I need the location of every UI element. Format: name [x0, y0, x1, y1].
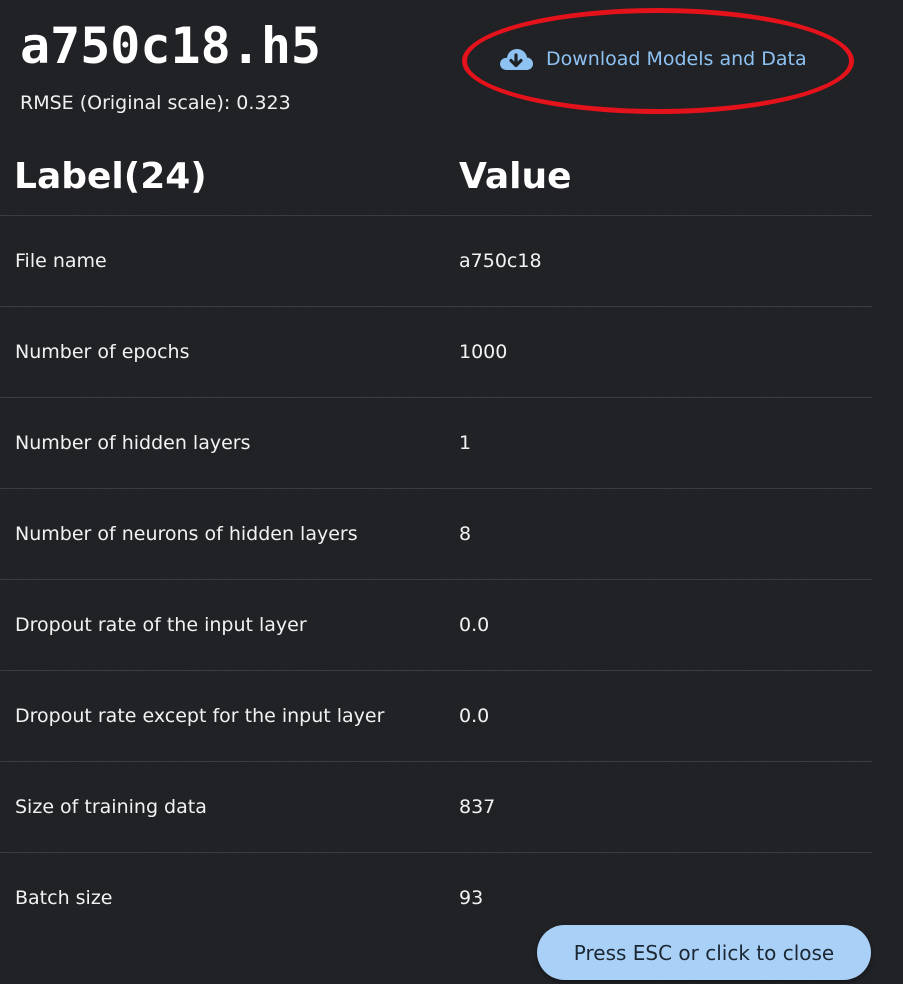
label-column-header: Label(24) — [14, 156, 207, 197]
close-button[interactable]: Press ESC or click to close — [537, 925, 871, 980]
table-row: Number of neurons of hidden layers 8 — [0, 489, 872, 580]
value-column-header: Value — [459, 156, 572, 197]
row-value: 837 — [459, 796, 496, 818]
table-row: Dropout rate of the input layer 0.0 — [0, 580, 872, 671]
row-label: Number of epochs — [15, 341, 190, 363]
rmse-text: RMSE (Original scale): 0.323 — [20, 92, 291, 114]
row-label: Dropout rate except for the input layer — [15, 705, 385, 727]
page-title: a750c18.h5 — [20, 17, 322, 75]
row-label: File name — [15, 250, 107, 272]
row-value: 93 — [459, 887, 484, 909]
row-value: 1 — [459, 432, 472, 454]
model-info-table: Label(24) Value File name a750c18 Number… — [0, 138, 872, 943]
row-label: Number of neurons of hidden layers — [15, 523, 358, 545]
row-label: Dropout rate of the input layer — [15, 614, 307, 636]
download-link-label: Download Models and Data — [546, 48, 807, 70]
row-label: Number of hidden layers — [15, 432, 251, 454]
table-row: Number of hidden layers 1 — [0, 398, 872, 489]
row-value: 8 — [459, 523, 472, 545]
table-row: Size of training data 837 — [0, 762, 872, 853]
row-value: 0.0 — [459, 705, 490, 727]
table-header: Label(24) Value — [0, 138, 872, 216]
table-row: Dropout rate except for the input layer … — [0, 671, 872, 762]
table-row: Number of epochs 1000 — [0, 307, 872, 398]
table-row: File name a750c18 — [0, 216, 872, 307]
row-value: 0.0 — [459, 614, 490, 636]
model-details-modal: a750c18.h5 RMSE (Original scale): 0.323 … — [0, 0, 903, 984]
row-label: Batch size — [15, 887, 113, 909]
cloud-download-icon — [498, 46, 534, 72]
download-models-link[interactable]: Download Models and Data — [498, 44, 807, 74]
row-value: a750c18 — [459, 250, 542, 272]
row-label: Size of training data — [15, 796, 207, 818]
row-value: 1000 — [459, 341, 508, 363]
